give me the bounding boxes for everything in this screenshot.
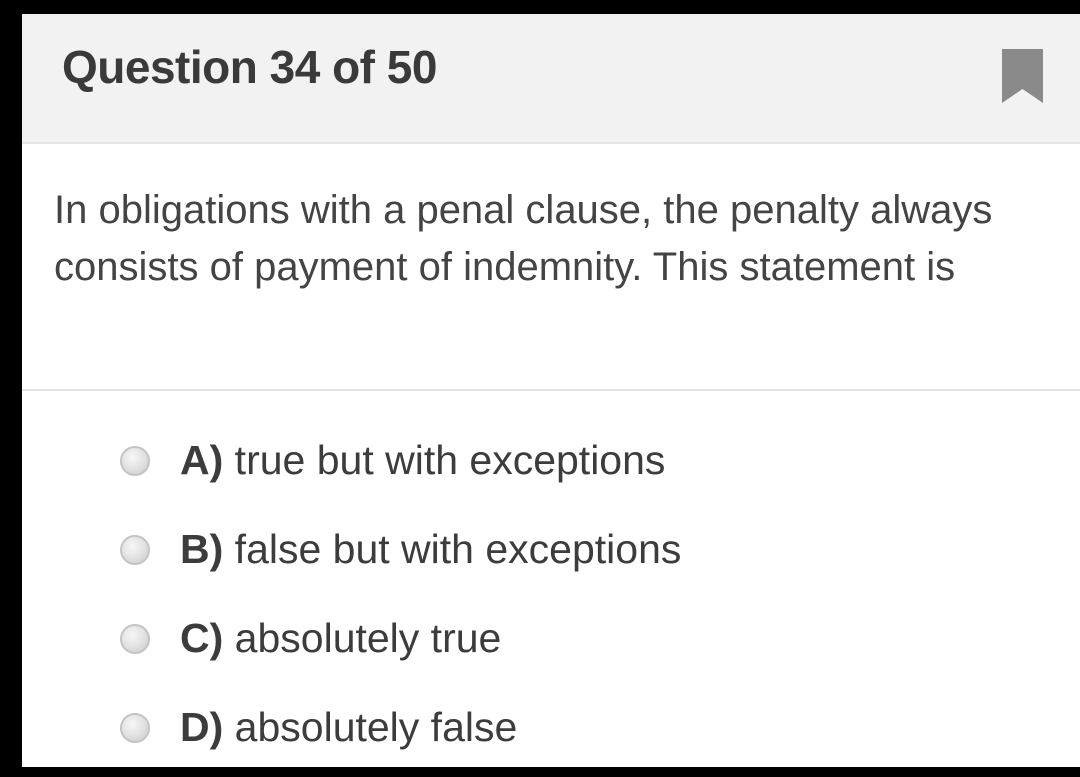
option-c[interactable]: C) absolutely true (120, 594, 1020, 683)
question-header: Question 34 of 50 (22, 14, 1080, 144)
option-a-text: true but with exceptions (234, 437, 666, 483)
answer-options: A) true but with exceptions B) false but… (120, 416, 1020, 767)
option-b[interactable]: B) false but with exceptions (120, 505, 1020, 594)
option-a[interactable]: A) true but with exceptions (120, 416, 1020, 505)
radio-button-d[interactable] (120, 712, 150, 743)
radio-button-c[interactable] (120, 623, 150, 654)
option-c-label: C) absolutely true (180, 615, 501, 662)
bookmark-icon[interactable] (1002, 49, 1043, 103)
radio-button-b[interactable] (120, 534, 150, 565)
radio-button-a[interactable] (120, 445, 150, 476)
option-c-text: absolutely true (234, 615, 502, 661)
option-d-letter: D) (180, 704, 224, 750)
option-b-text: false but with exceptions (234, 526, 682, 572)
question-text: In obligations with a penal clause, the … (54, 188, 993, 289)
option-d-label: D) absolutely false (180, 704, 517, 751)
option-c-letter: C) (180, 615, 224, 661)
option-a-label: A) true but with exceptions (180, 437, 665, 484)
option-d[interactable]: D) absolutely false (120, 683, 1020, 767)
option-a-letter: A) (180, 437, 224, 483)
option-d-text: absolutely false (234, 704, 518, 750)
question-card: Question 34 of 50 In obligations with a … (22, 14, 1080, 767)
option-b-letter: B) (180, 526, 224, 572)
question-counter: Question 34 of 50 (62, 41, 437, 93)
option-b-label: B) false but with exceptions (180, 526, 681, 573)
divider (22, 389, 1080, 391)
